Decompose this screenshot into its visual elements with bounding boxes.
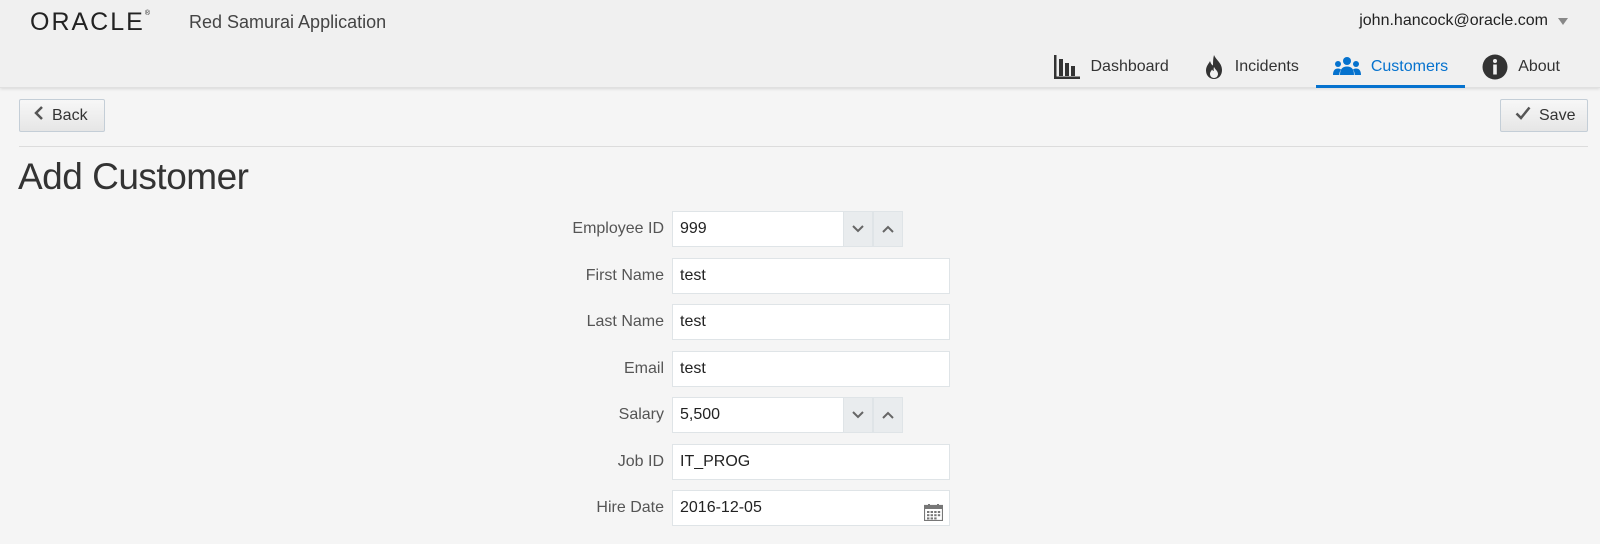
job-id-label: Job ID <box>617 453 664 470</box>
check-icon <box>1515 106 1531 125</box>
hire-date-label: Hire Date <box>596 499 664 516</box>
employee-id-input[interactable]: 999 <box>672 211 845 247</box>
toolbar-divider <box>19 146 1588 147</box>
nav-label-customers: Customers <box>1370 57 1449 75</box>
employee-id-label: Employee ID <box>572 220 664 237</box>
back-button[interactable]: Back <box>19 99 105 132</box>
nav-label-about: About <box>1518 57 1560 75</box>
email-label: Email <box>623 360 664 377</box>
hire-date-input[interactable]: 2016-12-05 <box>672 490 950 526</box>
last-name-input[interactable]: test <box>672 304 950 340</box>
chevron-up-icon <box>882 411 894 419</box>
nav-label-incidents: Incidents <box>1234 57 1299 75</box>
oracle-logo: ORACLE® <box>30 8 150 36</box>
nav-item-dashboard[interactable]: Dashboard <box>1036 48 1186 88</box>
user-email: john.hancock@oracle.com <box>1359 12 1548 29</box>
bar-chart-icon <box>1053 54 1081 80</box>
app-header: ORACLE® Red Samurai Application john.han… <box>0 0 1600 88</box>
nav-item-customers[interactable]: Customers <box>1315 48 1466 88</box>
people-icon <box>1332 56 1361 78</box>
first-name-label: First Name <box>585 267 664 284</box>
salary-decrement-button[interactable] <box>843 397 873 433</box>
first-name-input[interactable]: test <box>672 258 950 294</box>
chevron-down-icon <box>1558 17 1568 25</box>
save-button[interactable]: Save <box>1500 99 1588 132</box>
hire-date-value: 2016-12-05 <box>680 499 762 516</box>
save-button-label: Save <box>1539 106 1576 124</box>
employee-id-increment-button[interactable] <box>873 211 903 247</box>
salary-increment-button[interactable] <box>873 397 903 433</box>
chevron-down-icon <box>852 225 864 233</box>
nav-item-about[interactable]: About <box>1465 48 1577 88</box>
user-menu[interactable]: john.hancock@oracle.com <box>1359 12 1568 30</box>
salary-label: Salary <box>618 406 664 423</box>
last-name-label: Last Name <box>586 313 664 330</box>
salary-input[interactable]: 5,500 <box>672 397 845 433</box>
page-title: Add Customer <box>18 156 249 197</box>
job-id-input[interactable]: IT_PROG <box>672 444 950 480</box>
back-button-label: Back <box>52 106 88 124</box>
app-name: Red Samurai Application <box>189 12 387 32</box>
nav-label-dashboard: Dashboard <box>1090 57 1169 75</box>
chevron-left-icon <box>34 106 44 125</box>
employee-id-decrement-button[interactable] <box>843 211 873 247</box>
main-nav: Dashboard Incidents Customers About <box>1036 48 1578 88</box>
nav-item-incidents[interactable]: Incidents <box>1186 48 1316 88</box>
fire-icon <box>1203 54 1225 80</box>
chevron-up-icon <box>882 225 894 233</box>
chevron-down-icon <box>852 411 864 419</box>
info-icon <box>1482 54 1508 80</box>
email-input[interactable]: test <box>672 351 950 387</box>
calendar-icon[interactable] <box>923 500 944 534</box>
